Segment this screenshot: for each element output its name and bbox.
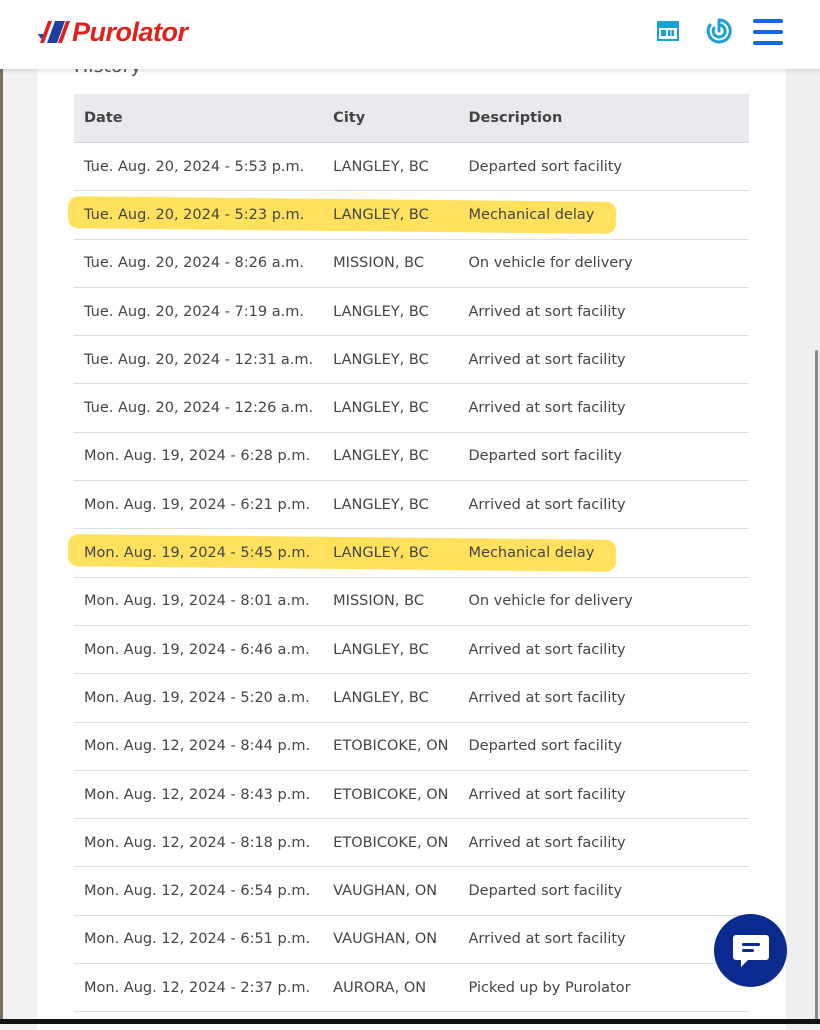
event-date: Tue. Aug. 20, 2024 - 12:31 a.m. <box>74 335 324 385</box>
history-row: Mon. Aug. 12, 2024 - 8:18 p.m. ETOBICOKE,… <box>74 818 749 868</box>
event-description: Arrived at sort facility <box>458 770 749 820</box>
history-row: Mon. Aug. 12, 2024 - 8:44 p.m. ETOBICOKE,… <box>74 722 749 771</box>
event-description: Arrived at sort facility <box>458 625 749 675</box>
history-row: Mon. Aug. 19, 2024 - 6:28 p.m. LANGLEY, B… <box>74 432 749 482</box>
event-city: VAUGHAN, ON <box>323 866 459 916</box>
event-city: MISSION, BC <box>323 239 459 288</box>
event-date: Mon. Aug. 19, 2024 - 5:20 a.m. <box>74 673 324 723</box>
event-date: Mon. Aug. 19, 2024 - 6:46 a.m. <box>74 625 324 675</box>
store-locator-icon[interactable] <box>656 18 680 46</box>
event-description: On vehicle for delivery <box>458 239 749 288</box>
event-city: LANGLEY, BC <box>323 673 459 723</box>
event-description: Departed sort facility <box>458 432 749 482</box>
history-row: Mon. Aug. 19, 2024 - 6:21 p.m. LANGLEY, B… <box>74 480 749 530</box>
event-city: LANGLEY, BC <box>323 383 459 433</box>
event-description: Departed sort facility <box>458 142 749 192</box>
event-date: Tue. Aug. 20, 2024 - 8:26 a.m. <box>74 239 324 288</box>
event-date: Mon. Aug. 19, 2024 - 6:21 p.m. <box>74 480 324 530</box>
column-header-description: Description <box>458 94 749 143</box>
event-city: ETOBICOKE, ON <box>323 770 459 820</box>
event-description: Arrived at sort facility <box>458 818 749 868</box>
event-date: Mon. Aug. 19, 2024 - 5:45 p.m. <box>74 528 324 578</box>
event-description: Departed sort facility <box>458 722 749 771</box>
bottom-edge <box>0 1019 820 1024</box>
site-header: Purolator <box>0 0 820 69</box>
event-date: Tue. Aug. 20, 2024 - 5:53 p.m. <box>74 142 324 192</box>
history-row: Mon. Aug. 12, 2024 - 2:37 p.m. AURORA, ON… <box>74 963 749 1013</box>
history-row: Tue. Aug. 20, 2024 - 5:23 p.m. LANGLEY, B… <box>74 190 749 240</box>
event-city: LANGLEY, BC <box>323 287 459 337</box>
event-date: Mon. Aug. 12, 2024 - 6:54 p.m. <box>74 866 324 916</box>
event-city: ETOBICOKE, ON <box>323 818 459 868</box>
chat-bubble-icon <box>732 934 769 967</box>
history-row: Mon. Aug. 19, 2024 - 6:46 a.m. LANGLEY, B… <box>74 625 749 675</box>
event-description: Picked up by Purolator <box>458 963 749 1013</box>
history-row: Mon. Aug. 19, 2024 - 5:20 a.m. LANGLEY, B… <box>74 673 749 723</box>
tracker-icon[interactable] <box>706 18 732 48</box>
event-city: LANGLEY, BC <box>323 432 459 482</box>
event-date: Tue. Aug. 20, 2024 - 12:26 a.m. <box>74 383 324 433</box>
history-row: Tue. Aug. 20, 2024 - 12:26 a.m. LANGLEY, … <box>74 383 749 433</box>
event-date: Mon. Aug. 12, 2024 - 2:37 p.m. <box>74 963 324 1013</box>
event-description: Arrived at sort facility <box>458 480 749 530</box>
event-city: AURORA, ON <box>323 963 459 1013</box>
chat-button[interactable] <box>714 914 787 987</box>
history-row: Tue. Aug. 20, 2024 - 12:31 a.m. LANGLEY, … <box>74 335 749 385</box>
event-city: LANGLEY, BC <box>323 480 459 530</box>
history-row: Mon. Aug. 19, 2024 - 8:01 a.m. MISSION, B… <box>74 577 749 626</box>
event-city: LANGLEY, BC <box>323 528 459 578</box>
event-description: Arrived at sort facility <box>458 287 749 337</box>
event-date: Tue. Aug. 20, 2024 - 5:23 p.m. <box>74 190 324 240</box>
hamburger-menu-icon[interactable] <box>753 19 783 49</box>
event-date: Mon. Aug. 12, 2024 - 8:18 p.m. <box>74 818 324 868</box>
history-row: Mon. Aug. 12, 2024 - 6:51 p.m. VAUGHAN, O… <box>74 915 749 965</box>
event-city: LANGLEY, BC <box>323 142 459 192</box>
event-description: On vehicle for delivery <box>458 577 749 626</box>
brand-name: Purolator <box>72 16 188 47</box>
logo-stripes-icon <box>38 21 70 43</box>
event-city: LANGLEY, BC <box>323 335 459 385</box>
column-header-city: City <box>323 94 459 143</box>
history-row: Mon. Aug. 12, 2024 - 6:54 p.m. VAUGHAN, O… <box>74 866 749 916</box>
history-row: Mon. Aug. 12, 2024 - 8:43 p.m. ETOBICOKE,… <box>74 770 749 820</box>
event-description: Arrived at sort facility <box>458 673 749 723</box>
event-city: MISSION, BC <box>323 577 459 626</box>
event-city: LANGLEY, BC <box>323 625 459 675</box>
event-date: Mon. Aug. 19, 2024 - 6:28 p.m. <box>74 432 324 482</box>
history-row: Tue. Aug. 20, 2024 - 5:53 p.m. LANGLEY, B… <box>74 142 749 192</box>
history-table: Date City Description Tue. Aug. 20, 2024… <box>74 94 749 1013</box>
event-description: Mechanical delay <box>458 528 749 578</box>
event-city: ETOBICOKE, ON <box>323 722 459 771</box>
event-description: Arrived at sort facility <box>458 915 749 965</box>
event-date: Mon. Aug. 12, 2024 - 8:43 p.m. <box>74 770 324 820</box>
event-city: LANGLEY, BC <box>323 190 459 240</box>
event-description: Arrived at sort facility <box>458 335 749 385</box>
window-edge <box>0 0 3 1024</box>
purolator-logo[interactable]: Purolator <box>38 17 188 47</box>
column-header-date: Date <box>74 94 324 143</box>
event-date: Mon. Aug. 12, 2024 - 8:44 p.m. <box>74 722 324 771</box>
event-city: VAUGHAN, ON <box>323 915 459 965</box>
event-description: Departed sort facility <box>458 866 749 916</box>
event-date: Mon. Aug. 12, 2024 - 6:51 p.m. <box>74 915 324 965</box>
event-date: Mon. Aug. 19, 2024 - 8:01 a.m. <box>74 577 324 626</box>
page-scrollbar[interactable] <box>815 350 818 1024</box>
event-description: Arrived at sort facility <box>458 383 749 433</box>
history-row: Mon. Aug. 19, 2024 - 5:45 p.m. LANGLEY, B… <box>74 528 749 578</box>
table-header-row: Date City Description <box>74 94 749 143</box>
history-row: Tue. Aug. 20, 2024 - 8:26 a.m. MISSION, B… <box>74 239 749 288</box>
event-date: Tue. Aug. 20, 2024 - 7:19 a.m. <box>74 287 324 337</box>
event-description: Mechanical delay <box>458 190 749 240</box>
history-row: Tue. Aug. 20, 2024 - 7:19 a.m. LANGLEY, B… <box>74 287 749 337</box>
